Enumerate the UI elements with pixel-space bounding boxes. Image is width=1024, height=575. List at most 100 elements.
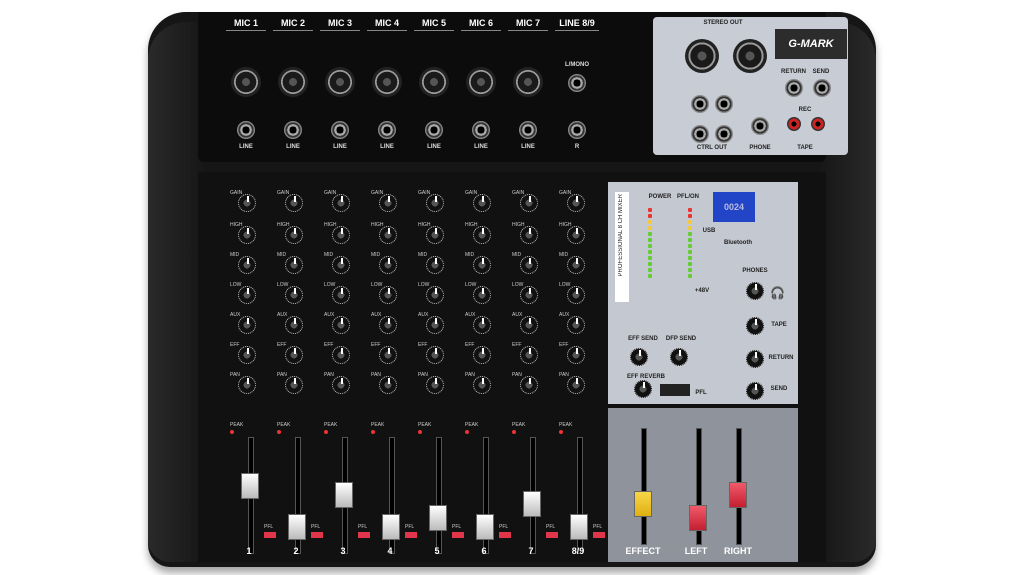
- line-jack-4[interactable]: [378, 121, 396, 139]
- ch1-mid-knob[interactable]: [238, 256, 256, 274]
- ch3-mid-knob[interactable]: [332, 256, 350, 274]
- ch7-mid-knob[interactable]: [520, 256, 538, 274]
- xlr-input-3[interactable]: [325, 67, 355, 97]
- ch8-high-knob[interactable]: [567, 226, 585, 244]
- ch5-pan-knob[interactable]: [426, 376, 444, 394]
- ch8-low-knob[interactable]: [567, 286, 585, 304]
- ctrl-out-jack-1[interactable]: [691, 95, 709, 113]
- ch7-fader[interactable]: [523, 491, 541, 517]
- xlr-input-4[interactable]: [372, 67, 402, 97]
- line-jack-2[interactable]: [284, 121, 302, 139]
- right-fader[interactable]: [729, 482, 747, 508]
- ch1-eff-knob[interactable]: [238, 346, 256, 364]
- ch1-pan-knob[interactable]: [238, 376, 256, 394]
- pfl-button[interactable]: [660, 384, 690, 396]
- ch6-fader[interactable]: [476, 513, 494, 540]
- ch2-aux-knob[interactable]: [285, 316, 303, 334]
- ch2-low-knob[interactable]: [285, 286, 303, 304]
- tape-rca-jack[interactable]: [811, 117, 825, 131]
- effect-fader[interactable]: [634, 491, 652, 517]
- ch2-high-knob[interactable]: [285, 226, 303, 244]
- left-fader[interactable]: [689, 504, 707, 531]
- ch8-pfl-button[interactable]: [593, 532, 605, 538]
- xlr-input-7[interactable]: [513, 67, 543, 97]
- rec-rca-jack[interactable]: [787, 117, 801, 131]
- ch3-high-knob[interactable]: [332, 226, 350, 244]
- ch4-low-knob[interactable]: [379, 286, 397, 304]
- ch3-eff-knob[interactable]: [332, 346, 350, 364]
- ch1-aux-knob[interactable]: [238, 316, 256, 334]
- ch6-eff-knob[interactable]: [473, 346, 491, 364]
- ch8-eff-knob[interactable]: [567, 346, 585, 364]
- ch1-gain-knob[interactable]: [238, 194, 256, 212]
- xlr-input-2[interactable]: [278, 67, 308, 97]
- ch3-pfl-button[interactable]: [358, 532, 370, 538]
- send-knob[interactable]: [746, 382, 764, 400]
- xlr-input-6[interactable]: [466, 67, 496, 97]
- ch2-mid-knob[interactable]: [285, 256, 303, 274]
- ch6-mid-knob[interactable]: [473, 256, 491, 274]
- ch5-aux-knob[interactable]: [426, 316, 444, 334]
- ch2-fader[interactable]: [288, 513, 306, 540]
- ch3-gain-knob[interactable]: [332, 194, 350, 212]
- ch1-pfl-button[interactable]: [264, 532, 276, 538]
- ch6-gain-knob[interactable]: [473, 194, 491, 212]
- ch4-gain-knob[interactable]: [379, 194, 397, 212]
- line-jack-5[interactable]: [425, 121, 443, 139]
- ctrl-out-jack-3[interactable]: [691, 125, 709, 143]
- ch7-pfl-button[interactable]: [546, 532, 558, 538]
- ch7-eff-knob[interactable]: [520, 346, 538, 364]
- return-jack[interactable]: [785, 79, 803, 97]
- ch4-high-knob[interactable]: [379, 226, 397, 244]
- line-jack-6[interactable]: [472, 121, 490, 139]
- ch5-fader[interactable]: [429, 504, 447, 531]
- ch8-mid-knob[interactable]: [567, 256, 585, 274]
- ch5-low-knob[interactable]: [426, 286, 444, 304]
- ch5-high-knob[interactable]: [426, 226, 444, 244]
- ch3-fader[interactable]: [335, 482, 353, 508]
- ch3-aux-knob[interactable]: [332, 316, 350, 334]
- tape-knob[interactable]: [746, 317, 764, 335]
- ch7-high-knob[interactable]: [520, 226, 538, 244]
- ch4-fader[interactable]: [382, 513, 400, 540]
- ch7-pan-knob[interactable]: [520, 376, 538, 394]
- return-knob[interactable]: [746, 350, 764, 368]
- ch3-pan-knob[interactable]: [332, 376, 350, 394]
- ch1-fader[interactable]: [241, 473, 259, 499]
- ch5-eff-knob[interactable]: [426, 346, 444, 364]
- xlr-input-1[interactable]: [231, 67, 261, 97]
- ctrl-out-jack-4[interactable]: [715, 125, 733, 143]
- ch2-pfl-button[interactable]: [311, 532, 323, 538]
- ch5-gain-knob[interactable]: [426, 194, 444, 212]
- ch7-aux-knob[interactable]: [520, 316, 538, 334]
- phone-jack[interactable]: [751, 117, 769, 135]
- dfp-send-knob[interactable]: [670, 348, 688, 366]
- ch2-gain-knob[interactable]: [285, 194, 303, 212]
- ch8-fader[interactable]: [570, 513, 588, 540]
- ch6-pfl-button[interactable]: [499, 532, 511, 538]
- ch1-high-knob[interactable]: [238, 226, 256, 244]
- ch4-aux-knob[interactable]: [379, 316, 397, 334]
- ch3-low-knob[interactable]: [332, 286, 350, 304]
- ch4-pan-knob[interactable]: [379, 376, 397, 394]
- ch7-low-knob[interactable]: [520, 286, 538, 304]
- line-jack-1[interactable]: [237, 121, 255, 139]
- stereo-out-left-xlr[interactable]: [685, 39, 719, 73]
- ch7-gain-knob[interactable]: [520, 194, 538, 212]
- ch6-pan-knob[interactable]: [473, 376, 491, 394]
- ch2-eff-knob[interactable]: [285, 346, 303, 364]
- ch1-low-knob[interactable]: [238, 286, 256, 304]
- ch6-low-knob[interactable]: [473, 286, 491, 304]
- ch5-pfl-button[interactable]: [452, 532, 464, 538]
- phones-knob[interactable]: [746, 282, 764, 300]
- r-jack[interactable]: [568, 121, 586, 139]
- ch4-eff-knob[interactable]: [379, 346, 397, 364]
- ctrl-out-jack-2[interactable]: [715, 95, 733, 113]
- line-jack-3[interactable]: [331, 121, 349, 139]
- ch4-mid-knob[interactable]: [379, 256, 397, 274]
- ch8-aux-knob[interactable]: [567, 316, 585, 334]
- ch6-high-knob[interactable]: [473, 226, 491, 244]
- ch8-pan-knob[interactable]: [567, 376, 585, 394]
- xlr-input-5[interactable]: [419, 67, 449, 97]
- ch6-aux-knob[interactable]: [473, 316, 491, 334]
